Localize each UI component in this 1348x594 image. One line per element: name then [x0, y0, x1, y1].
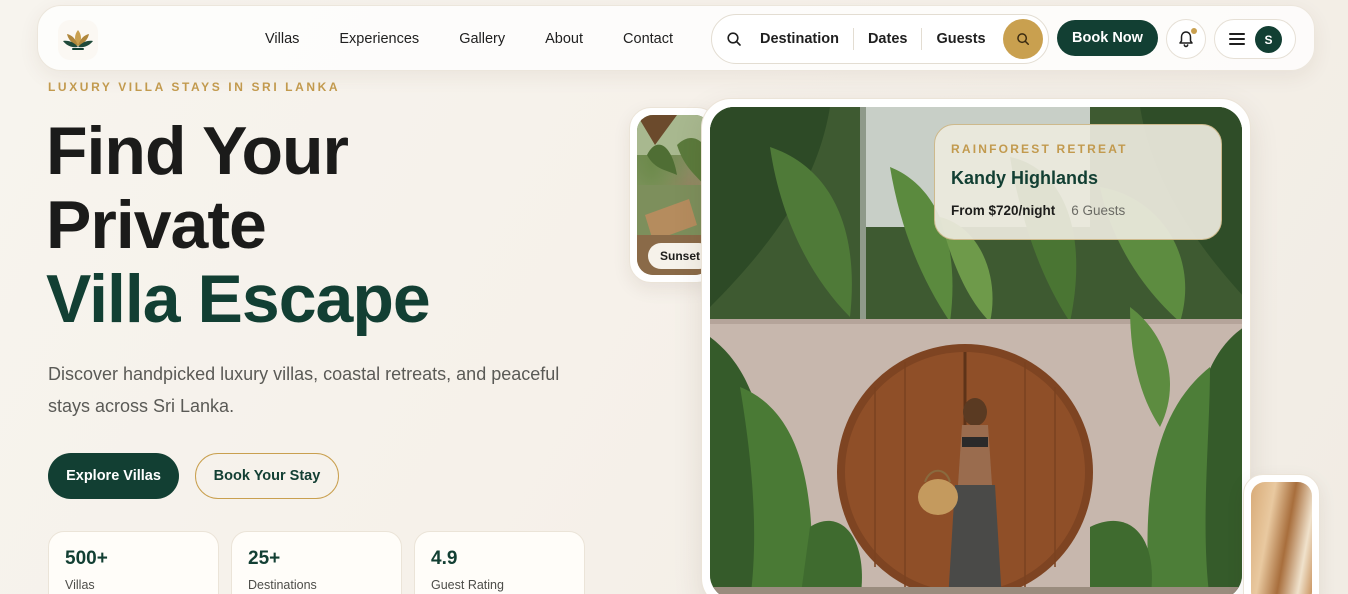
- nav-link-villas[interactable]: Villas: [265, 31, 299, 47]
- guests-field[interactable]: Guests: [922, 31, 999, 47]
- stat-card-villas: 500+ Villas: [48, 531, 219, 594]
- book-now-button[interactable]: Book Now: [1057, 20, 1158, 56]
- search-submit-button[interactable]: [1003, 19, 1043, 59]
- book-your-stay-button[interactable]: Book Your Stay: [195, 453, 339, 499]
- hero-title-line-1: Find Your: [46, 113, 349, 189]
- featured-meta: From $720/night 6 Guests: [951, 203, 1205, 218]
- hero-title-line-3: Villa Escape: [46, 261, 431, 337]
- sunset-villa-image: Sunset: [637, 115, 711, 275]
- search-icon: [727, 32, 741, 46]
- avatar: S: [1255, 26, 1282, 53]
- featured-title: Kandy Highlands: [951, 168, 1099, 188]
- nav-link-experiences[interactable]: Experiences: [339, 31, 419, 47]
- explore-villas-button[interactable]: Explore Villas: [48, 453, 179, 499]
- stat-card-rating: 4.9 Guest Rating: [414, 531, 585, 594]
- hero-subtitle: Discover handpicked luxury villas, coast…: [48, 364, 560, 416]
- stat-card-destinations: 25+ Destinations: [231, 531, 402, 594]
- nav-links: Villas Experiences Gallery About Contact: [265, 6, 713, 72]
- account-menu-button[interactable]: S: [1214, 19, 1296, 59]
- featured-villa-info[interactable]: RAINFOREST RETREAT Kandy Highlands From …: [934, 124, 1222, 240]
- stat-value: 25+: [248, 548, 281, 569]
- dates-field[interactable]: Dates: [854, 31, 922, 47]
- notifications-button[interactable]: [1166, 19, 1206, 59]
- nav-link-contact[interactable]: Contact: [623, 31, 673, 47]
- hero-title-line-2: Private: [46, 187, 267, 263]
- featured-kicker: RAINFOREST RETREAT: [951, 142, 1128, 156]
- search-bar[interactable]: Destination Dates Guests: [711, 14, 1049, 64]
- stat-label: Guest Rating: [431, 578, 504, 592]
- menu-icon: [1229, 30, 1245, 48]
- stat-value: 4.9: [431, 548, 458, 569]
- destination-field[interactable]: Destination: [742, 31, 853, 47]
- lotus-logo[interactable]: [58, 20, 98, 60]
- notification-dot: [1191, 28, 1197, 34]
- featured-price: From $720/night: [951, 203, 1056, 218]
- stats-row: 500+ Villas 25+ Destinations 4.9 Guest R…: [48, 531, 597, 594]
- interior-villa-image: [1251, 482, 1312, 594]
- stat-value: 500+: [65, 548, 108, 569]
- nav-link-about[interactable]: About: [545, 31, 583, 47]
- hero-eyebrow: LUXURY VILLA STAYS IN SRI LANKA: [48, 80, 341, 94]
- hero-title: Find Your Private Villa Escape: [46, 113, 431, 337]
- nav-link-gallery[interactable]: Gallery: [459, 31, 505, 47]
- stat-label: Villas: [65, 578, 95, 592]
- top-navbar: Villas Experiences Gallery About Contact…: [37, 5, 1315, 71]
- lotus-icon: [63, 30, 93, 50]
- stat-label: Destinations: [248, 578, 317, 592]
- featured-guests: 6 Guests: [1071, 203, 1126, 218]
- search-icon: [1017, 33, 1029, 45]
- interior-villa-card[interactable]: [1243, 474, 1320, 594]
